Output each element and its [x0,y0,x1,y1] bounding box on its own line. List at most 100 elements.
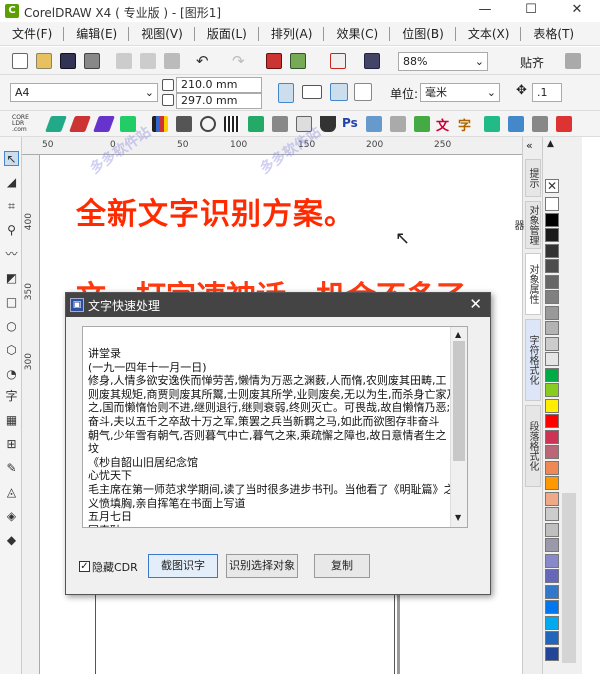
no-fill-swatch[interactable]: ✕ [545,179,559,193]
docker-tab-paragraph-format[interactable]: 段落格式化 [525,405,541,487]
textarea-scrollbar[interactable]: ▲ ▼ [450,327,467,527]
rectangle-tool-icon[interactable]: □ [4,295,19,310]
snap-to-label[interactable]: 贴齐 [520,54,544,71]
target-icon[interactable] [200,116,216,132]
units-select[interactable]: 毫米 ⌄ [420,83,500,102]
table-tool-icon[interactable]: ▦ [4,413,19,428]
color-swatch[interactable] [545,197,559,211]
smart-fill-tool-icon[interactable]: ◩ [4,271,19,286]
photoshop-label[interactable]: Ps [342,116,358,130]
right-scrollbar[interactable] [560,137,582,674]
red-arrow-icon[interactable] [69,116,91,132]
canvas-headline-2[interactable]: 文一打字速神话，机会不多了 [76,272,466,292]
text-wen-label[interactable]: 文 [436,115,449,134]
color-swatch[interactable] [545,352,559,366]
fill-tool-icon[interactable]: ◈ [4,509,19,524]
new-document-icon[interactable] [12,53,28,69]
import-icon[interactable] [266,53,282,69]
shape-tool-icon[interactable]: ◢ [4,175,19,190]
copy-button[interactable]: 复制 [314,554,370,578]
grid-icon[interactable] [272,116,288,132]
menu-bitmaps[interactable]: 位图(B) [390,22,455,46]
screenshot-ocr-button[interactable]: 截图识字 [148,554,218,578]
text-tool-icon[interactable]: 字 [4,389,19,404]
color-swatch[interactable] [545,243,559,258]
color-swatch[interactable] [545,398,559,413]
application-launcher-icon[interactable] [330,53,346,69]
palette-scroll-up-icon[interactable]: ▲ [547,139,554,149]
welcome-screen-icon[interactable] [364,53,380,69]
color-swatch[interactable] [545,476,559,490]
zoom-level-select[interactable]: 88% ⌄ [398,52,488,71]
gray-tool-icon[interactable] [532,116,548,132]
print-icon[interactable] [84,53,100,69]
open-folder-icon[interactable] [36,53,52,69]
docker-tab-object-properties[interactable]: 对象属性 [525,253,541,315]
color-swatch[interactable] [545,429,559,444]
zoom-tool-icon[interactable]: ⚲ [4,223,19,238]
color-swatch[interactable] [545,290,559,304]
barcode-icon[interactable] [248,116,264,132]
freehand-tool-icon[interactable]: 〰 [4,247,19,262]
grayscale-icon[interactable] [176,116,192,132]
outline-tool-icon[interactable]: ◬ [4,485,19,500]
undo-icon[interactable]: ↶ [196,52,209,70]
color-swatch[interactable] [545,460,559,475]
color-swatch[interactable] [545,631,559,645]
green-arrow-icon[interactable] [45,116,67,132]
hide-cdr-checkbox[interactable]: ✓ [79,561,90,572]
paste-icon[interactable] [164,53,180,69]
nudge-distance-field[interactable]: .1 mm [532,83,562,102]
landscape-icon[interactable] [302,85,322,99]
recognize-selection-button[interactable]: 识别选择对象 [226,554,298,578]
paper-type-select[interactable]: A4 ⌄ [10,83,158,102]
page-width-field[interactable]: 210.0 mm [176,77,262,93]
docker-tab-hints[interactable]: 提示 [525,159,541,197]
menu-text[interactable]: 文本(X) [456,22,521,46]
color-swatch[interactable] [545,274,559,289]
crop-tool-icon[interactable]: ⌗ [4,199,19,214]
page-height-field[interactable]: 297.0 mm [176,93,262,109]
image-icon[interactable] [366,116,382,132]
portrait-icon[interactable] [278,83,294,103]
color-swatch[interactable] [545,212,559,227]
menu-table[interactable]: 表格(T) [521,22,585,46]
interactive-fill-tool-icon[interactable]: ◆ [4,533,19,548]
save-icon[interactable] [60,53,76,69]
all-pages-icon[interactable] [330,83,348,101]
color-swatch[interactable] [545,522,559,537]
current-page-icon[interactable] [354,83,372,101]
scrollbar-thumb[interactable] [562,493,576,663]
cut-icon[interactable] [116,53,132,69]
blue-tool-icon[interactable] [508,116,524,132]
color-swatch[interactable] [545,414,559,428]
basic-shapes-tool-icon[interactable]: ◔ [4,367,19,382]
color-swatch[interactable] [545,228,559,242]
maximize-button[interactable]: ☐ [508,0,554,22]
copy-icon[interactable] [140,53,156,69]
color-swatch[interactable] [545,507,559,521]
color-swatch[interactable] [545,321,559,335]
coffee-cup-icon[interactable] [320,116,336,132]
menu-arrange[interactable]: 排列(A) [259,22,324,46]
options-icon[interactable] [565,53,581,69]
ocr-result-textarea[interactable]: 讲堂录 (一九一四年十一月一日) 修身,人情多欲安逸佚而惮劳苦,懒情为万恶之渊薮,人… [82,326,468,528]
docker-collapse-icon[interactable]: « [526,139,533,152]
color-swatch[interactable] [545,445,559,459]
cmyk-bars-icon[interactable] [152,116,168,132]
polygon-tool-icon[interactable]: ⬡ [4,343,19,358]
purple-arrow-icon[interactable] [93,116,115,132]
menu-view[interactable]: 视图(V) [129,22,194,46]
export-icon[interactable] [290,53,306,69]
color-swatch[interactable] [545,305,559,320]
color-swatch[interactable] [545,569,559,583]
menu-layout[interactable]: 版面(L) [195,22,258,46]
color-swatch[interactable] [545,367,559,382]
color-swatch[interactable] [545,600,559,614]
arrow-right-icon[interactable] [414,116,430,132]
color-swatch[interactable] [545,538,559,552]
color-swatch[interactable] [545,646,559,661]
docker-tab-object-manager[interactable]: 对象管理器 [512,201,541,249]
menu-file[interactable]: 文件(F) [0,22,63,46]
color-swatch[interactable] [545,336,559,351]
